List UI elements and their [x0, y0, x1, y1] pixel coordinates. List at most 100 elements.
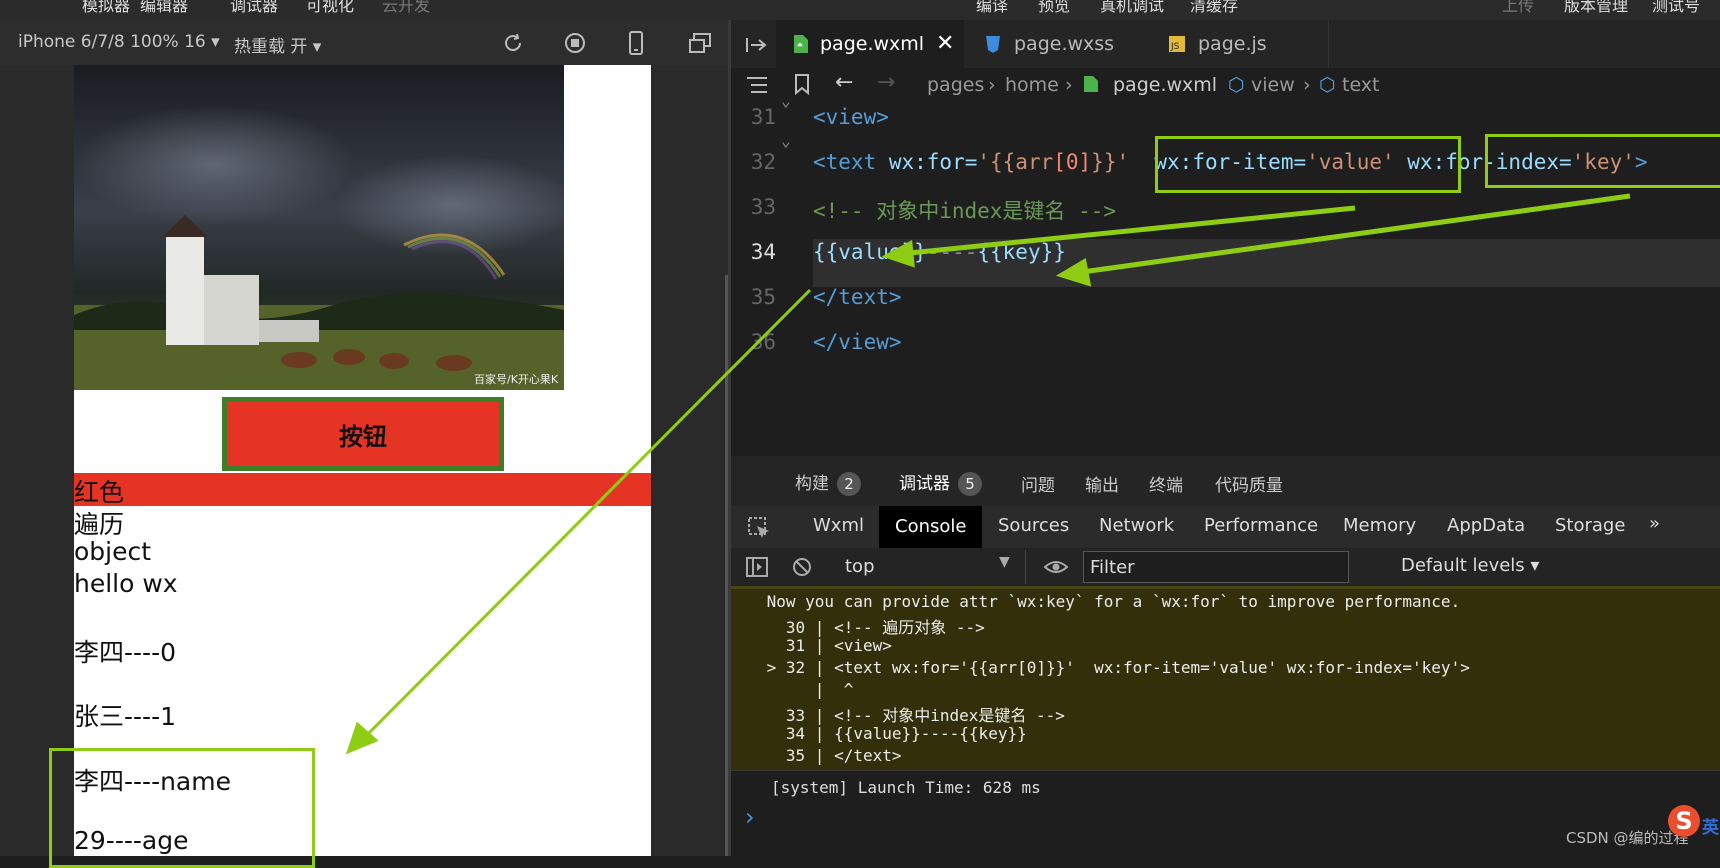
refresh-icon[interactable] — [502, 32, 524, 54]
outline-icon[interactable] — [745, 76, 769, 94]
simulator-toolbar: iPhone 6/7/8 100% 16 ▾ 热重载 开 ▾ — [0, 20, 728, 65]
bookmark-icon[interactable] — [794, 73, 810, 95]
chevron-right-icon: › — [1303, 74, 1311, 96]
text-hello: hello wx — [74, 569, 178, 598]
tab-debugger[interactable]: 调试器 5 — [899, 469, 982, 496]
tab-page-wxss[interactable]: page.wxss — [964, 20, 1148, 68]
clear-console-icon[interactable] — [791, 556, 813, 578]
wxml-file-icon — [794, 35, 808, 53]
menu-clear-cache[interactable]: 清缓存 — [1190, 0, 1238, 16]
code-token: </view> — [813, 330, 902, 354]
log-levels-select[interactable]: Default levels ▾ — [1401, 555, 1539, 576]
filter-placeholder: Filter — [1090, 557, 1135, 578]
tab-label: page.js — [1198, 33, 1267, 55]
console-line: 35 | </text> — [757, 746, 902, 765]
line-number: 34 — [750, 240, 776, 264]
eye-icon[interactable] — [1043, 557, 1069, 577]
menu-simulator[interactable]: 模拟器 — [82, 0, 130, 16]
menu-debugger[interactable]: 调试器 — [230, 0, 278, 16]
landscape-image: 百家号/K开心果K — [74, 65, 564, 390]
fold-arrow-icon[interactable]: ⌄ — [781, 91, 791, 110]
device-select[interactable]: iPhone 6/7/8 100% 16 ▾ — [18, 32, 220, 52]
ime-indicator[interactable]: S 英 — [1666, 803, 1720, 856]
primary-button[interactable]: 按钮 — [222, 397, 504, 471]
code-token: <view> — [813, 105, 889, 129]
tab-build[interactable]: 构建 2 — [795, 469, 861, 496]
menu-remote-debug[interactable]: 真机调试 — [1100, 0, 1164, 16]
console-input[interactable]: › CSDN @编的过程 S 英 — [731, 803, 1720, 856]
text-object: object — [74, 537, 152, 566]
menu-compile[interactable]: 编译 — [976, 0, 1008, 16]
breadcrumb-item[interactable]: page.wxml — [1113, 74, 1217, 96]
tab-label: page.wxss — [1014, 33, 1115, 55]
breadcrumb: ← → pages › home › page.wxml ⬡ view › ⬡ … — [731, 68, 1720, 101]
breadcrumb-item[interactable]: view — [1251, 74, 1295, 96]
console-line: 30 | <!-- 遍历对象 --> — [757, 618, 985, 637]
tab-console[interactable]: Console — [879, 506, 983, 548]
tab-output[interactable]: 输出 — [1085, 471, 1119, 496]
phone-icon[interactable] — [628, 31, 644, 55]
menu-version[interactable]: 版本管理 — [1564, 0, 1628, 16]
menu-editor[interactable]: 编辑器 — [140, 0, 188, 16]
console-line: | ^ — [757, 680, 854, 699]
collapse-sidebar-icon[interactable] — [745, 36, 767, 54]
back-arrow-icon[interactable]: ← — [835, 70, 853, 95]
annotation-box-for-index — [1485, 134, 1720, 188]
tab-code-quality[interactable]: 代码质量 — [1215, 471, 1283, 496]
line-number: 33 — [750, 195, 776, 219]
sidebar-toggle-icon[interactable] — [745, 556, 769, 578]
tab-page-wxml[interactable]: page.wxml ✕ — [776, 20, 964, 68]
tab-memory[interactable]: Memory — [1343, 515, 1416, 536]
tab-appdata[interactable]: AppData — [1447, 515, 1525, 536]
context-select[interactable]: top ▼ — [835, 550, 1026, 584]
menu-upload[interactable]: 上传 — [1502, 0, 1534, 16]
devtools-tab-bar: Wxml Console Sources Network Performance… — [731, 506, 1720, 548]
breadcrumb-item[interactable]: home — [1005, 74, 1059, 96]
tab-terminal[interactable]: 终端 — [1149, 471, 1183, 496]
tab-network[interactable]: Network — [1099, 515, 1174, 536]
js-file-icon: JS — [1169, 36, 1185, 52]
code-token: {{key}} — [977, 240, 1066, 264]
line-number: 36 — [750, 330, 776, 354]
tab-storage[interactable]: Storage — [1555, 515, 1625, 536]
cube-icon: ⬡ — [1319, 74, 1336, 96]
tab-label: 调试器 — [899, 474, 950, 494]
menu-cloud[interactable]: 云开发 — [382, 0, 430, 16]
stop-icon[interactable] — [564, 32, 586, 54]
menu-preview[interactable]: 预览 — [1038, 0, 1070, 16]
list-item: 李四----0 — [74, 638, 176, 667]
code-token: <text — [813, 150, 889, 174]
breadcrumb-item[interactable]: text — [1342, 74, 1380, 96]
window-icon[interactable] — [688, 32, 712, 54]
menu-test-account[interactable]: 测试号 — [1652, 0, 1700, 16]
simulator-gutter-left — [0, 65, 74, 856]
inspect-element-icon[interactable] — [747, 516, 771, 538]
close-icon[interactable]: ✕ — [936, 20, 954, 68]
filter-input[interactable]: Filter — [1083, 551, 1349, 583]
system-log-text: [system] Launch Time: 628 ms — [771, 778, 1041, 797]
chevron-right-icon: › — [988, 74, 996, 96]
tab-performance[interactable]: Performance — [1204, 515, 1318, 536]
tab-page-js[interactable]: JS page.js — [1148, 20, 1329, 68]
tab-problems[interactable]: 问题 — [1021, 471, 1055, 496]
menu-visual[interactable]: 可视化 — [306, 0, 354, 16]
tab-wxml[interactable]: Wxml — [813, 515, 864, 536]
code-token: <!-- 对象中index是键名 --> — [813, 199, 1117, 223]
forward-arrow-icon[interactable]: → — [877, 70, 895, 95]
svg-text:JS: JS — [1170, 42, 1180, 52]
simulator-gutter-right — [651, 65, 728, 856]
more-tabs-icon[interactable]: » — [1649, 513, 1660, 534]
list-item: 张三----1 — [74, 702, 176, 731]
console-warning-block: Now you can provide attr `wx:key` for a … — [731, 586, 1720, 770]
console-line: Now you can provide attr `wx:key` for a … — [757, 592, 1461, 611]
hot-reload-select[interactable]: 热重载 开 ▾ — [234, 32, 321, 57]
line-number: 32 — [750, 150, 776, 174]
tab-sources[interactable]: Sources — [998, 515, 1069, 536]
fold-arrow-icon[interactable]: ⌄ — [781, 131, 791, 150]
primary-button-label: 按钮 — [339, 422, 387, 451]
console-toolbar: top ▼ Filter Default levels ▾ — [731, 548, 1720, 586]
console-system-log: [system] Launch Time: 628 ms — [731, 770, 1720, 804]
code-token: {{value}} — [813, 240, 927, 264]
code-token: </text> — [813, 285, 902, 309]
breadcrumb-item[interactable]: pages — [927, 74, 984, 96]
